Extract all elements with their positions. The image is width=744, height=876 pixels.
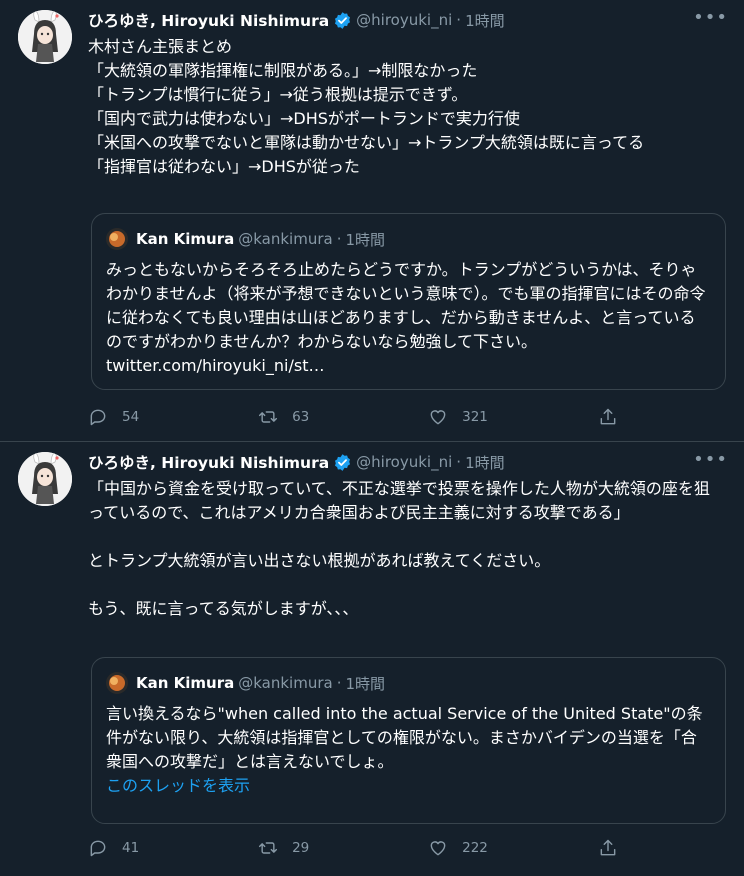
avatar[interactable] xyxy=(18,452,72,506)
verified-badge-icon xyxy=(333,11,352,30)
quoted-tweet-header: Kan Kimura @kankimura · 1時間 xyxy=(106,670,385,696)
tweet-text-line: 「国内で武力は使わない」→DHSがポートランドで実力行使 xyxy=(88,109,520,128)
separator-dot: · xyxy=(456,11,462,29)
show-thread-link[interactable]: このスレッドを表示 xyxy=(106,774,711,798)
timestamp[interactable]: 1時間 xyxy=(465,10,505,31)
tweet-text-line: 「トランプは慣行に従う」→従う根拠は提示できず。 xyxy=(88,85,468,104)
reply-count: 41 xyxy=(122,840,140,856)
tweet[interactable]: ひろゆき, Hiroyuki Nishimura @hiroyuki_ni · … xyxy=(0,0,744,442)
share-icon xyxy=(600,839,616,856)
tweet-header: ひろゆき, Hiroyuki Nishimura @hiroyuki_ni · … xyxy=(88,8,728,32)
tweet-header: ひろゆき, Hiroyuki Nishimura @hiroyuki_ni · … xyxy=(88,450,728,474)
author-handle[interactable]: @hiroyuki_ni xyxy=(356,453,452,471)
author-name[interactable]: ひろゆき, Hiroyuki Nishimura xyxy=(88,9,329,31)
retweet-button[interactable]: 29 xyxy=(258,838,428,858)
retweet-count: 63 xyxy=(292,409,310,425)
share-button[interactable] xyxy=(598,838,628,858)
quoted-author-handle: @kankimura xyxy=(238,230,333,248)
like-icon xyxy=(430,410,446,425)
quoted-text: 言い換えるなら"when called into the actual Serv… xyxy=(106,704,703,771)
retweet-icon xyxy=(259,842,278,854)
tweet-text-line: 「米国への攻撃でないと軍隊は動かせない」→トランプ大統領は既に言ってる xyxy=(88,133,645,152)
retweet-button[interactable]: 63 xyxy=(258,407,428,427)
quoted-tweet-text: 言い換えるなら"when called into the actual Serv… xyxy=(106,702,711,798)
like-button[interactable]: 321 xyxy=(428,407,598,427)
author-name[interactable]: ひろゆき, Hiroyuki Nishimura xyxy=(88,451,329,473)
quoted-timestamp: 1時間 xyxy=(345,230,386,249)
quoted-timestamp: 1時間 xyxy=(345,674,386,693)
tweet-text: 木村さん主張まとめ 「大統領の軍隊指揮権に制限がある。」→制限なかった 「トラン… xyxy=(88,35,724,179)
quoted-author-name: Kan Kimura xyxy=(136,674,235,692)
quoted-tweet-header: Kan Kimura @kankimura · 1時間 xyxy=(106,226,385,252)
tweet-text-line: 「指揮官は従わない」→DHSが従った xyxy=(88,157,360,176)
retweet-icon xyxy=(259,411,278,423)
reply-button[interactable]: 41 xyxy=(88,838,258,858)
quoted-author-name: Kan Kimura xyxy=(136,230,235,248)
quoted-tweet-text: みっともないからそろそろ止めたらどうですか。トランプがどういうかは、そりゃわかり… xyxy=(106,258,711,378)
tweet-text-line: 木村さん主張まとめ xyxy=(88,37,233,56)
more-icon[interactable]: ••• xyxy=(693,8,728,28)
like-count: 222 xyxy=(462,840,488,856)
verified-badge-icon xyxy=(333,453,352,472)
quoted-author-handle: @kankimura xyxy=(238,674,333,692)
like-count: 321 xyxy=(462,409,488,425)
tweet-text: 「中国から資金を受け取っていて、不正な選挙で投票を操作した人物が大統領の座を狙っ… xyxy=(88,477,724,621)
reply-count: 54 xyxy=(122,409,140,425)
quoted-avatar[interactable] xyxy=(106,672,128,694)
author-handle[interactable]: @hiroyuki_ni xyxy=(356,11,452,29)
quoted-tweet[interactable]: Kan Kimura @kankimura · 1時間 言い換えるなら"when… xyxy=(91,657,726,824)
tweet-paragraph: とトランプ大統領が言い出さない根拠があれば教えてください。 xyxy=(88,551,551,570)
more-icon[interactable]: ••• xyxy=(693,450,728,470)
quoted-tweet[interactable]: Kan Kimura @kankimura · 1時間 みっともないからそろそろ… xyxy=(91,213,726,390)
quoted-text: みっともないからそろそろ止めたらどうですか。トランプがどういうかは、そりゃわかり… xyxy=(106,260,706,375)
tweet-paragraph: 「中国から資金を受け取っていて、不正な選挙で投票を操作した人物が大統領の座を狙っ… xyxy=(88,479,710,522)
timestamp[interactable]: 1時間 xyxy=(465,452,505,473)
separator-dot: · xyxy=(456,453,462,471)
retweet-count: 29 xyxy=(292,840,310,856)
reply-icon xyxy=(90,409,106,426)
separator-dot: · xyxy=(336,230,342,248)
reply-button[interactable]: 54 xyxy=(88,407,258,427)
avatar[interactable] xyxy=(18,10,72,64)
tweet-paragraph: もう、既に言ってる気がしますが、、、 xyxy=(88,599,359,618)
like-button[interactable]: 222 xyxy=(428,838,598,858)
share-button[interactable] xyxy=(598,407,628,427)
tweet-text-line: 「大統領の軍隊指揮権に制限がある。」→制限なかった xyxy=(88,61,478,80)
tweet-actions: 54 63 321 xyxy=(88,403,628,431)
tweet[interactable]: ひろゆき, Hiroyuki Nishimura @hiroyuki_ni · … xyxy=(0,442,744,876)
reply-icon xyxy=(90,840,106,857)
share-icon xyxy=(600,408,616,425)
like-icon xyxy=(430,841,446,856)
tweet-actions: 41 29 222 xyxy=(88,834,628,862)
quoted-avatar[interactable] xyxy=(106,228,128,250)
separator-dot: · xyxy=(336,674,342,692)
